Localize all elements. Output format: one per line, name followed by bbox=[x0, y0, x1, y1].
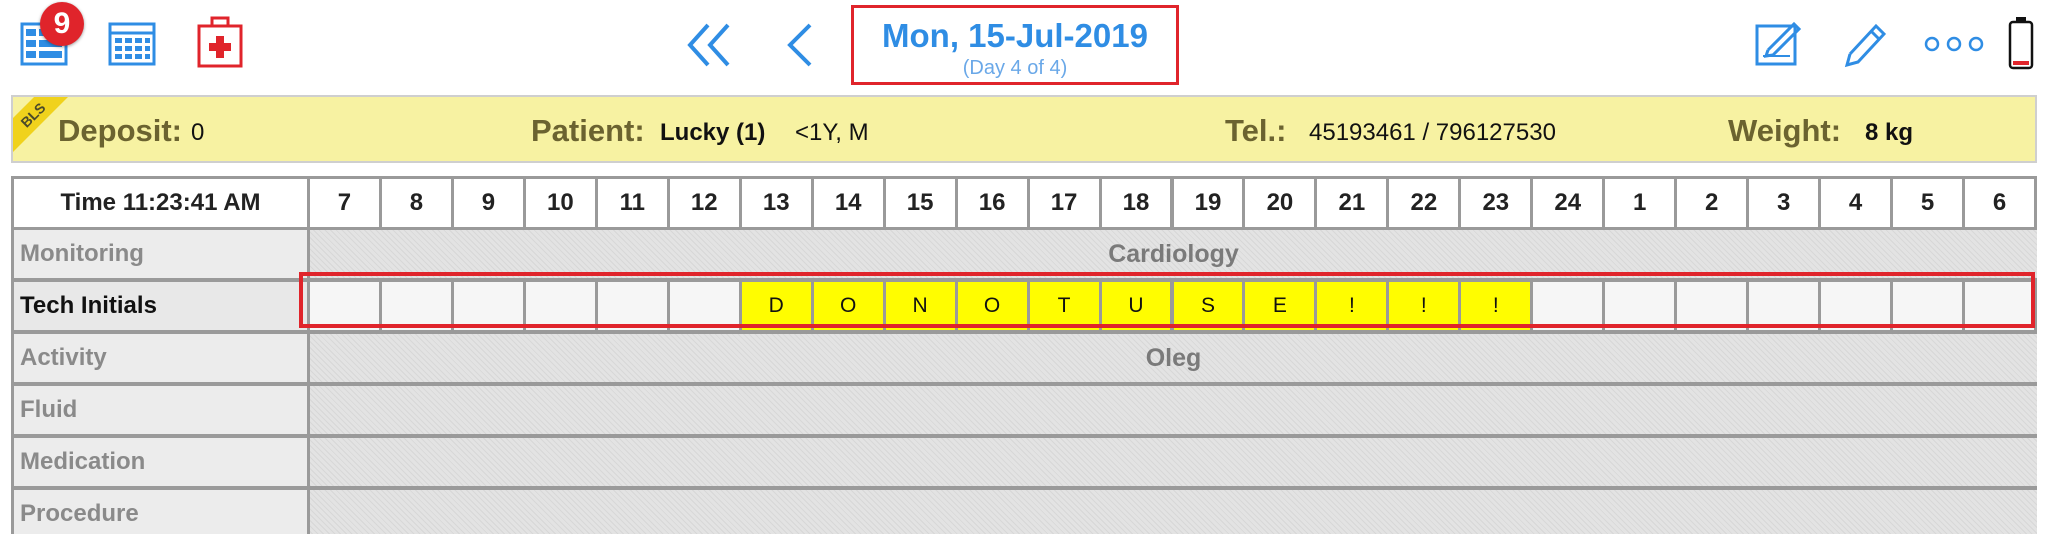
pencil-icon[interactable] bbox=[1842, 20, 1887, 68]
tech-initial-cell[interactable] bbox=[1965, 282, 2034, 330]
hour-header: 8 bbox=[381, 179, 451, 227]
edit-note-icon[interactable] bbox=[1754, 20, 1802, 68]
tech-initial-cell[interactable]: T bbox=[1029, 282, 1099, 330]
tech-initial-cell[interactable] bbox=[1749, 282, 1819, 330]
hour-header: 4 bbox=[1821, 179, 1891, 227]
fluid-row[interactable] bbox=[310, 386, 2037, 434]
more-icon[interactable] bbox=[1924, 34, 1984, 54]
tech-initial-cell[interactable]: ! bbox=[1461, 282, 1531, 330]
tech-initial-cell[interactable] bbox=[453, 282, 523, 330]
tech-initial-cell[interactable] bbox=[525, 282, 595, 330]
tech-initial-cell[interactable] bbox=[1677, 282, 1747, 330]
deposit-label: Deposit: bbox=[58, 113, 182, 148]
hour-header: 1 bbox=[1605, 179, 1675, 227]
hour-header: 18 bbox=[1101, 179, 1171, 227]
chevron-left-icon[interactable] bbox=[784, 22, 814, 68]
date-selector[interactable]: Mon, 15-Jul-2019 (Day 4 of 4) bbox=[851, 5, 1179, 85]
tech-initial-cell[interactable]: ! bbox=[1317, 282, 1387, 330]
calendar-grid-icon[interactable] bbox=[108, 20, 156, 68]
procedure-row[interactable] bbox=[310, 490, 2037, 534]
tech-initial-cell[interactable] bbox=[1893, 282, 1963, 330]
medication-row[interactable] bbox=[310, 438, 2037, 486]
double-chevron-left-icon[interactable] bbox=[686, 22, 734, 68]
patient-info: <1Y, M bbox=[795, 119, 869, 146]
time-header: Time 11:23:41 AM bbox=[14, 179, 307, 227]
hour-header: 15 bbox=[885, 179, 955, 227]
top-toolbar: 9 Mon, 15-Jul-2019 (Day 4 of 4) bbox=[0, 0, 2048, 92]
tel-value: 45193461 / 796127530 bbox=[1309, 119, 1556, 146]
hour-header: 24 bbox=[1533, 179, 1603, 227]
hour-header: 10 bbox=[525, 179, 595, 227]
tech-initial-cell[interactable] bbox=[1533, 282, 1603, 330]
hour-header: 12 bbox=[669, 179, 739, 227]
row-label-activity: Activity bbox=[14, 334, 307, 382]
deposit-value: 0 bbox=[191, 119, 205, 146]
patient-label: Patient: bbox=[531, 113, 645, 148]
hour-header: 20 bbox=[1245, 179, 1315, 227]
hour-header: 6 bbox=[1965, 179, 2034, 227]
tech-initial-cell[interactable]: O bbox=[813, 282, 883, 330]
weight-value: 8 kg bbox=[1865, 119, 1914, 146]
row-label-procedure: Procedure bbox=[14, 490, 307, 534]
hour-header: 7 bbox=[310, 179, 379, 227]
tech-initial-cell[interactable] bbox=[310, 282, 379, 330]
tech-initial-cell[interactable] bbox=[381, 282, 451, 330]
notification-badge: 9 bbox=[40, 2, 84, 46]
row-label-medication: Medication bbox=[14, 438, 307, 486]
hour-header: 14 bbox=[813, 179, 883, 227]
row-label-monitoring: Monitoring bbox=[14, 230, 307, 278]
tech-initial-cell[interactable]: D bbox=[741, 282, 811, 330]
activity-row[interactable]: Oleg bbox=[310, 334, 2037, 382]
monitoring-row[interactable]: Cardiology bbox=[310, 230, 2037, 278]
battery-icon bbox=[2008, 16, 2034, 70]
current-date: Mon, 15-Jul-2019 bbox=[882, 17, 1148, 54]
tech-initial-cell[interactable] bbox=[1821, 282, 1891, 330]
hour-header: 17 bbox=[1029, 179, 1099, 227]
hour-header: 11 bbox=[597, 179, 667, 227]
medical-kit-icon[interactable] bbox=[196, 16, 244, 70]
tech-initial-cell[interactable] bbox=[669, 282, 739, 330]
hour-header: 9 bbox=[453, 179, 523, 227]
tech-initial-cell[interactable] bbox=[597, 282, 667, 330]
tel-label: Tel.: bbox=[1225, 113, 1287, 148]
hour-header: 23 bbox=[1461, 179, 1531, 227]
tech-initial-cell[interactable]: S bbox=[1173, 282, 1243, 330]
patient-banner: BLS Deposit: 0 Patient: Lucky (1) <1Y, M… bbox=[11, 95, 2037, 163]
hour-header: 21 bbox=[1317, 179, 1387, 227]
hour-header: 19 bbox=[1173, 179, 1243, 227]
tech-initial-cell[interactable]: O bbox=[957, 282, 1027, 330]
tech-initial-cell[interactable]: N bbox=[885, 282, 955, 330]
day-indicator: (Day 4 of 4) bbox=[962, 57, 1068, 79]
tech-initial-cell[interactable]: U bbox=[1101, 282, 1171, 330]
tech-initial-cell[interactable] bbox=[1605, 282, 1675, 330]
row-label-tech-initials: Tech Initials bbox=[14, 282, 307, 330]
hour-header: 3 bbox=[1749, 179, 1819, 227]
row-label-fluid: Fluid bbox=[14, 386, 307, 434]
hour-header: 5 bbox=[1893, 179, 1963, 227]
schedule-grid: Time 11:23:41 AM 7 8 9 10 11 12 13 14 15 16 17 18 19… bbox=[11, 176, 2037, 534]
tech-initial-cell[interactable]: ! bbox=[1389, 282, 1459, 330]
hour-header: 22 bbox=[1389, 179, 1459, 227]
hour-header: 13 bbox=[741, 179, 811, 227]
patient-name: Lucky (1) bbox=[660, 119, 766, 146]
tech-initial-cell[interactable]: E bbox=[1245, 282, 1315, 330]
weight-label: Weight: bbox=[1728, 113, 1842, 148]
tech-initials-row: D O N O T U S E!!! bbox=[310, 282, 2037, 330]
hour-header: 16 bbox=[957, 179, 1027, 227]
hour-header: 2 bbox=[1677, 179, 1747, 227]
